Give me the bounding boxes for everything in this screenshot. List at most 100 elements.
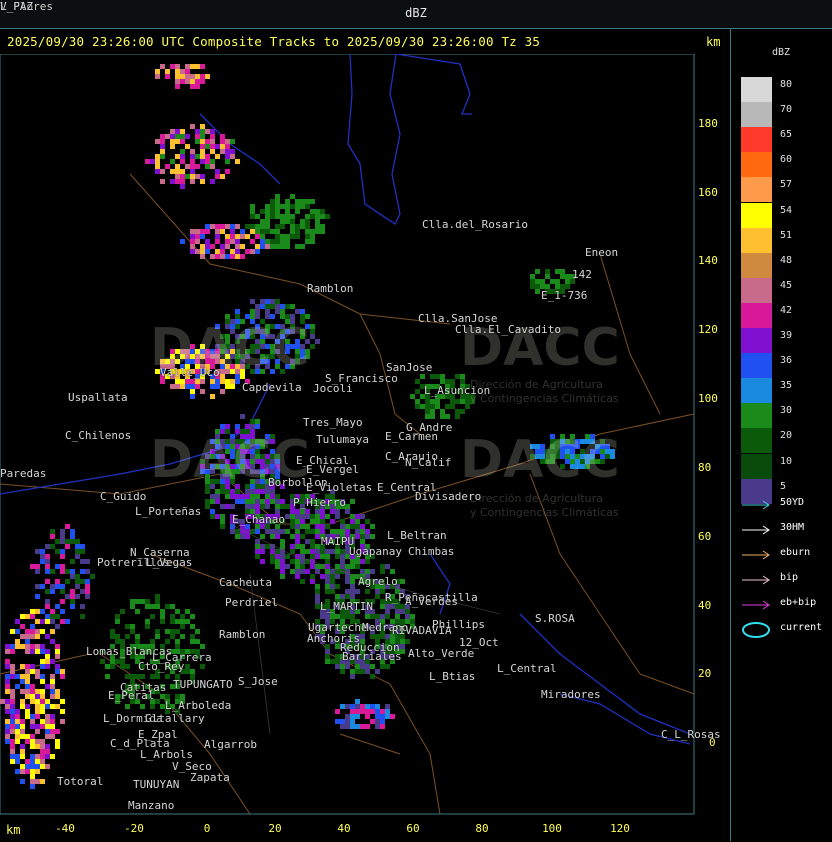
radar-echo-cell bbox=[265, 304, 270, 309]
radar-echo-cell bbox=[250, 209, 255, 214]
radar-echo-cell bbox=[35, 764, 40, 769]
radar-echo-cell bbox=[180, 184, 185, 189]
radar-echo-cell bbox=[260, 299, 265, 304]
radar-echo-cell bbox=[320, 554, 325, 559]
radar-echo-cell bbox=[320, 614, 325, 619]
radar-echo-cell bbox=[35, 739, 40, 744]
track-arrow-icon bbox=[742, 575, 770, 585]
watermark-subtitle-a: Dirección de Agricultura y Contingencias… bbox=[470, 378, 619, 406]
place-label: Ramblon bbox=[307, 282, 354, 295]
radar-echo-cell bbox=[350, 714, 355, 719]
track-arrow-icon bbox=[742, 550, 770, 560]
radar-echo-cell bbox=[40, 744, 45, 749]
radar-echo-cell bbox=[290, 514, 295, 519]
radar-echo-cell bbox=[340, 559, 345, 564]
radar-echo-cell bbox=[300, 559, 305, 564]
radar-echo-cell bbox=[165, 74, 170, 79]
radar-echo-cell bbox=[65, 569, 70, 574]
radar-echo-cell bbox=[10, 669, 15, 674]
radar-echo-cell bbox=[165, 69, 170, 74]
radar-echo-cell bbox=[85, 589, 90, 594]
radar-echo-cell bbox=[5, 699, 10, 704]
radar-echo-cell bbox=[335, 594, 340, 599]
radar-echo-cell bbox=[210, 379, 215, 384]
radar-echo-cell bbox=[10, 714, 15, 719]
radar-echo-cell bbox=[260, 534, 265, 539]
radar-echo-cell bbox=[325, 589, 330, 594]
radar-echo-cell bbox=[20, 734, 25, 739]
radar-echo-cell bbox=[425, 399, 430, 404]
radar-echo-cell bbox=[230, 254, 235, 259]
radar-echo-cell bbox=[385, 709, 390, 714]
radar-echo-cell bbox=[250, 499, 255, 504]
radar-echo-cell bbox=[35, 779, 40, 784]
radar-echo-cell bbox=[365, 589, 370, 594]
radar-echo-cell bbox=[255, 419, 260, 424]
radar-echo-cell bbox=[30, 629, 35, 634]
radar-echo-cell bbox=[225, 254, 230, 259]
y-tick: 80 bbox=[698, 461, 712, 474]
radar-echo-cell bbox=[365, 559, 370, 564]
radar-echo-cell bbox=[45, 604, 50, 609]
radar-echo-cell bbox=[285, 304, 290, 309]
radar-echo-cell bbox=[275, 559, 280, 564]
radar-echo-cell bbox=[155, 154, 160, 159]
place-label: Zapata bbox=[190, 771, 230, 784]
radar-echo-cell bbox=[280, 219, 285, 224]
place-label: L_PAZ bbox=[0, 0, 34, 13]
radar-echo-cell bbox=[60, 554, 65, 559]
radar-echo-cell bbox=[30, 734, 35, 739]
radar-echo-cell bbox=[50, 534, 55, 539]
radar-echo-cell bbox=[30, 684, 35, 689]
radar-echo-cell bbox=[35, 714, 40, 719]
radar-echo-cell bbox=[300, 569, 305, 574]
radar-echo-cell bbox=[375, 634, 380, 639]
radar-echo-cell bbox=[335, 554, 340, 559]
radar-echo-cell bbox=[145, 619, 150, 624]
radar-echo-cell bbox=[60, 719, 65, 724]
radar-echo-cell bbox=[190, 84, 195, 89]
radar-echo-cell bbox=[50, 679, 55, 684]
radar-echo-cell bbox=[370, 634, 375, 639]
radar-echo-cell bbox=[350, 614, 355, 619]
radar-echo-cell bbox=[45, 729, 50, 734]
radar-echo-cell bbox=[50, 659, 55, 664]
radar-echo-cell bbox=[335, 664, 340, 669]
radar-echo-cell bbox=[230, 379, 235, 384]
radar-echo-cell bbox=[280, 504, 285, 509]
radar-echo-cell bbox=[255, 224, 260, 229]
radar-echo-cell bbox=[30, 759, 35, 764]
radar-echo-cell bbox=[235, 494, 240, 499]
radar-echo-cell bbox=[265, 494, 270, 499]
radar-echo-cell bbox=[150, 614, 155, 619]
legend-swatch-label: 35 bbox=[780, 380, 793, 392]
radar-echo-cell bbox=[540, 279, 545, 284]
legend-swatch bbox=[741, 453, 772, 479]
radar-echo-cell bbox=[45, 544, 50, 549]
radar-echo-cell bbox=[190, 394, 195, 399]
radar-echo-cell bbox=[395, 604, 400, 609]
radar-echo-cell bbox=[290, 194, 295, 199]
radar-echo-cell bbox=[70, 589, 75, 594]
radar-echo-cell bbox=[30, 644, 35, 649]
place-label: P_Hierro bbox=[293, 496, 346, 509]
radar-echo-cell bbox=[210, 499, 215, 504]
radar-echo-cell bbox=[360, 534, 365, 539]
legend-swatch-label: 60 bbox=[780, 154, 793, 166]
radar-echo-cell bbox=[35, 594, 40, 599]
radar-echo-cell bbox=[315, 514, 320, 519]
y-tick: 160 bbox=[698, 186, 718, 199]
radar-echo-cell bbox=[310, 214, 315, 219]
radar-echo-cell bbox=[325, 574, 330, 579]
watermark-sub-line-2: y Contingencias Climáticas bbox=[470, 392, 619, 405]
place-label: Ramblon bbox=[219, 628, 266, 641]
radar-echo-cell bbox=[355, 564, 360, 569]
radar-echo-cell bbox=[30, 714, 35, 719]
radar-echo-cell bbox=[40, 679, 45, 684]
radar-echo-cell bbox=[355, 534, 360, 539]
radar-echo-cell bbox=[210, 224, 215, 229]
radar-echo-cell bbox=[310, 574, 315, 579]
radar-echo-cell bbox=[195, 249, 200, 254]
radar-echo-cell bbox=[205, 249, 210, 254]
radar-echo-cell bbox=[35, 549, 40, 554]
